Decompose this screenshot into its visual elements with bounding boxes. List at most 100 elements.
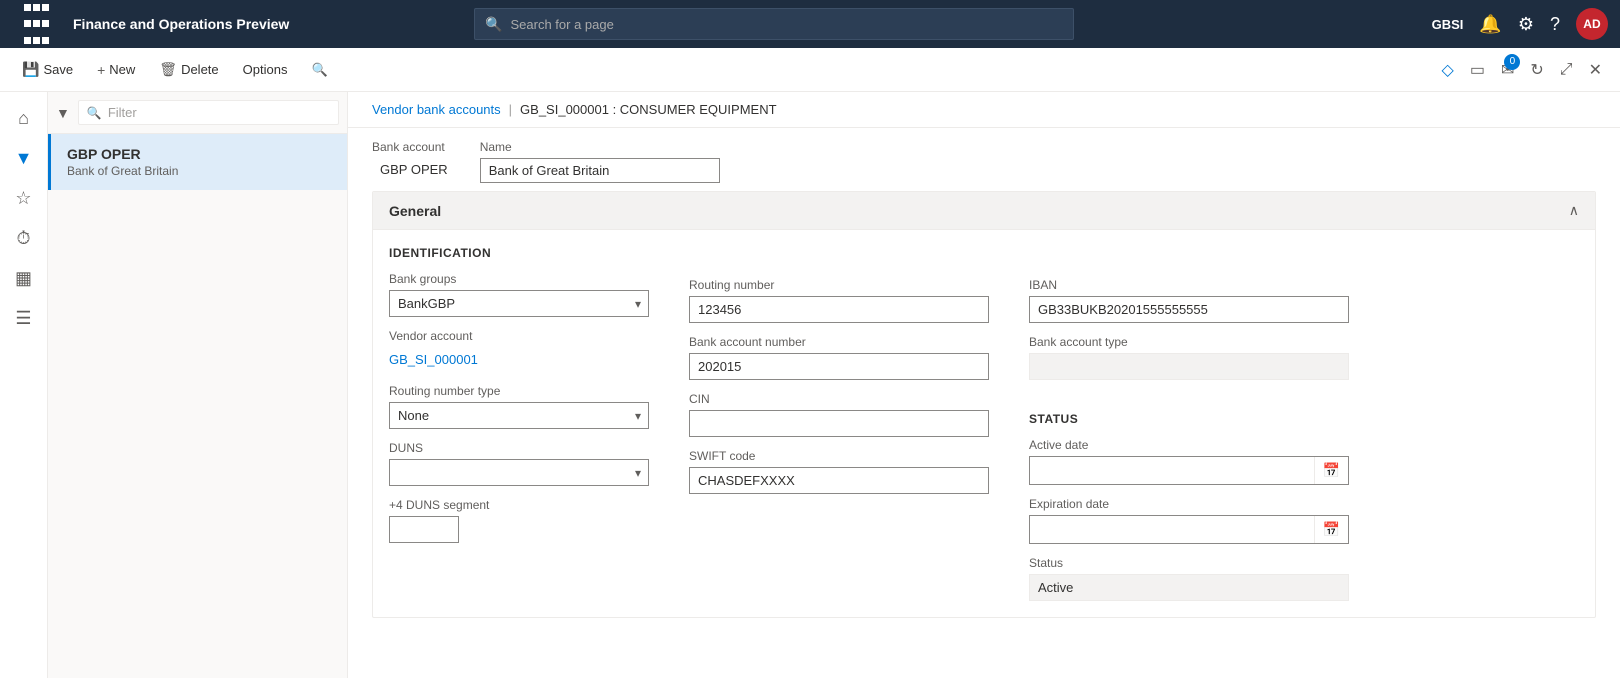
name-input[interactable] xyxy=(480,158,720,183)
save-button[interactable]: 💾 Save xyxy=(12,55,83,84)
active-date-input-wrapper: 📅 xyxy=(1029,456,1349,485)
breadcrumb-link[interactable]: Vendor bank accounts xyxy=(372,102,501,117)
section-header-general[interactable]: General ∧ xyxy=(373,192,1595,230)
tenant-label: GBSI xyxy=(1432,17,1464,32)
command-bar-right: ◇ ▭ ✉ 0 ↻ ⤢ ✕ xyxy=(1436,54,1608,86)
name-label: Name xyxy=(480,140,720,154)
filter-input[interactable] xyxy=(108,105,330,120)
bank-account-type-input xyxy=(1029,353,1349,380)
user-avatar[interactable]: AD xyxy=(1576,8,1608,40)
panel-icon-button[interactable]: ▭ xyxy=(1464,54,1491,86)
main-layout: ⌂ ▼ ☆ ⏱ ▦ ☰ ▼ 🔍 GBP OPER Bank of Great B… xyxy=(0,92,1620,678)
detail-content-area: Bank account GBP OPER Name General ∧ I xyxy=(348,128,1620,678)
search-list-icon: 🔍 xyxy=(311,62,327,78)
sidebar-item-home[interactable]: ⌂ xyxy=(6,100,42,136)
iban-input[interactable] xyxy=(1029,296,1349,323)
breadcrumb: Vendor bank accounts | GB_SI_000001 : CO… xyxy=(348,92,1620,128)
save-icon: 💾 xyxy=(22,61,39,78)
options-button[interactable]: Options xyxy=(233,56,298,83)
breadcrumb-separator: | xyxy=(509,102,512,117)
delete-button[interactable]: 🗑 Delete xyxy=(149,55,228,84)
sidebar-item-modules[interactable]: ☰ xyxy=(6,300,42,336)
bank-account-number-label: Bank account number xyxy=(689,335,989,349)
status-label: Status xyxy=(1029,556,1349,570)
search-input[interactable] xyxy=(511,17,1064,32)
active-date-field: Active date 📅 xyxy=(1029,438,1349,485)
waffle-menu[interactable] xyxy=(12,0,61,48)
cin-label: CIN xyxy=(689,392,989,406)
list-items: GBP OPER Bank of Great Britain xyxy=(48,134,347,678)
search-list-button[interactable]: 🔍 xyxy=(301,56,337,84)
close-button[interactable]: ✕ xyxy=(1583,54,1608,86)
settings-icon[interactable]: ⚙ xyxy=(1518,14,1534,35)
search-bar[interactable]: 🔍 xyxy=(474,8,1074,40)
list-item[interactable]: GBP OPER Bank of Great Britain xyxy=(48,134,347,190)
collapse-icon: ∧ xyxy=(1569,202,1579,219)
identification-label: IDENTIFICATION xyxy=(389,246,649,260)
list-panel: ▼ 🔍 GBP OPER Bank of Great Britain xyxy=(48,92,348,678)
iban-label: IBAN xyxy=(1029,278,1349,292)
bank-account-label: Bank account xyxy=(372,140,456,154)
routing-number-field: Routing number xyxy=(689,278,989,323)
swift-code-input[interactable] xyxy=(689,467,989,494)
list-panel-header: ▼ 🔍 xyxy=(48,92,347,134)
routing-number-type-wrapper: None ABA SWIFT ▾ xyxy=(389,402,649,429)
bank-account-number-input[interactable] xyxy=(689,353,989,380)
filter-input-wrapper: 🔍 xyxy=(78,100,339,125)
sidebar-item-favorites[interactable]: ☆ xyxy=(6,180,42,216)
duns-select[interactable] xyxy=(389,459,649,486)
general-section: General ∧ IDENTIFICATION Bank groups Ban… xyxy=(372,191,1596,618)
top-nav-right: GBSI 🔔 ⚙ ? AD xyxy=(1432,8,1608,40)
expiration-date-input-wrapper: 📅 xyxy=(1029,515,1349,544)
routing-number-type-field: Routing number type None ABA SWIFT ▾ xyxy=(389,384,649,429)
expiration-date-field: Expiration date 📅 xyxy=(1029,497,1349,544)
swift-code-label: SWIFT code xyxy=(689,449,989,463)
filter-search-icon: 🔍 xyxy=(87,106,102,120)
bank-account-type-field: Bank account type xyxy=(1029,335,1349,380)
bank-account-type-label: Bank account type xyxy=(1029,335,1349,349)
search-icon: 🔍 xyxy=(485,16,502,33)
iban-status-column: IBAN Bank account type STATUS Active dat… xyxy=(1029,246,1349,601)
list-item-subtitle: Bank of Great Britain xyxy=(67,164,331,178)
new-button[interactable]: + New xyxy=(87,56,145,84)
notifications-badge-button[interactable]: ✉ 0 xyxy=(1495,54,1520,86)
record-header: Bank account GBP OPER Name xyxy=(348,128,1620,191)
delete-icon: 🗑 xyxy=(159,61,177,78)
sidebar-item-filter[interactable]: ▼ xyxy=(6,140,42,176)
routing-number-type-select[interactable]: None ABA SWIFT xyxy=(389,402,649,429)
refresh-button[interactable]: ↻ xyxy=(1524,54,1549,86)
identification-column: IDENTIFICATION Bank groups BankGBP ▾ xyxy=(389,246,649,601)
swift-code-field: SWIFT code xyxy=(689,449,989,494)
sidebar-item-recent[interactable]: ⏱ xyxy=(6,220,42,256)
routing-number-input[interactable] xyxy=(689,296,989,323)
detail-panel: Vendor bank accounts | GB_SI_000001 : CO… xyxy=(348,92,1620,678)
routing-number-label: Routing number xyxy=(689,278,989,292)
expiration-date-input[interactable] xyxy=(1030,517,1314,542)
bank-groups-select-wrapper: BankGBP ▾ xyxy=(389,290,649,317)
filter-icon[interactable]: ▼ xyxy=(56,105,70,121)
bank-account-field-group: Bank account GBP OPER xyxy=(372,140,456,181)
help-icon[interactable]: ? xyxy=(1550,14,1560,35)
notification-icon[interactable]: 🔔 xyxy=(1479,14,1501,35)
active-date-calendar-icon[interactable]: 📅 xyxy=(1314,457,1348,484)
cin-input[interactable] xyxy=(689,410,989,437)
duns-segment-input[interactable] xyxy=(389,516,459,543)
diamond-icon-button[interactable]: ◇ xyxy=(1436,54,1460,86)
vendor-account-link[interactable]: GB_SI_000001 xyxy=(389,347,649,372)
app-title: Finance and Operations Preview xyxy=(73,16,289,32)
expiration-date-calendar-icon[interactable]: 📅 xyxy=(1314,516,1348,543)
duns-segment-label: +4 DUNS segment xyxy=(389,498,649,512)
popout-button[interactable]: ⤢ xyxy=(1554,55,1579,85)
breadcrumb-current: GB_SI_000001 : CONSUMER EQUIPMENT xyxy=(520,102,776,117)
section-title-general: General xyxy=(389,203,441,219)
bank-account-value: GBP OPER xyxy=(372,158,456,181)
command-bar: 💾 Save + New 🗑 Delete Options 🔍 ◇ ▭ ✉ 0 … xyxy=(0,48,1620,92)
name-field-group: Name xyxy=(480,140,720,183)
iban-field: IBAN xyxy=(1029,278,1349,323)
active-date-label: Active date xyxy=(1029,438,1349,452)
sidebar-item-workspace[interactable]: ▦ xyxy=(6,260,42,296)
routing-number-type-label: Routing number type xyxy=(389,384,649,398)
active-date-input[interactable] xyxy=(1030,458,1314,483)
bank-groups-select[interactable]: BankGBP xyxy=(389,290,649,317)
duns-segment-field: +4 DUNS segment xyxy=(389,498,649,543)
